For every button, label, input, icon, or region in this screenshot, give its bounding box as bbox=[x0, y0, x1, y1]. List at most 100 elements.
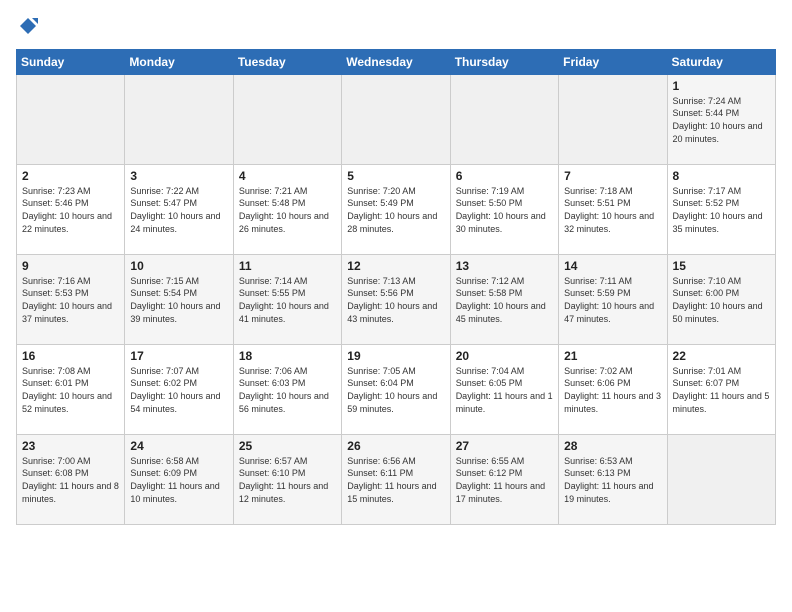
day-number: 25 bbox=[239, 439, 336, 453]
calendar-cell: 7 Sunrise: 7:18 AMSunset: 5:51 PMDaylight… bbox=[559, 164, 667, 254]
calendar-cell: 25 Sunrise: 6:57 AMSunset: 6:10 PMDayligh… bbox=[233, 434, 341, 524]
calendar-table: SundayMondayTuesdayWednesdayThursdayFrid… bbox=[16, 49, 776, 525]
day-info: Sunrise: 6:55 AMSunset: 6:12 PMDaylight:… bbox=[456, 455, 553, 505]
logo-icon bbox=[18, 16, 38, 36]
calendar-cell: 23 Sunrise: 7:00 AMSunset: 6:08 PMDayligh… bbox=[17, 434, 125, 524]
day-info: Sunrise: 7:23 AMSunset: 5:46 PMDaylight:… bbox=[22, 185, 119, 235]
calendar-week-5: 23 Sunrise: 7:00 AMSunset: 6:08 PMDayligh… bbox=[17, 434, 776, 524]
day-number: 14 bbox=[564, 259, 661, 273]
calendar-cell bbox=[233, 74, 341, 164]
weekday-header-wednesday: Wednesday bbox=[342, 49, 450, 74]
calendar-week-4: 16 Sunrise: 7:08 AMSunset: 6:01 PMDayligh… bbox=[17, 344, 776, 434]
calendar-cell bbox=[17, 74, 125, 164]
calendar-week-2: 2 Sunrise: 7:23 AMSunset: 5:46 PMDaylight… bbox=[17, 164, 776, 254]
weekday-header-monday: Monday bbox=[125, 49, 233, 74]
day-number: 21 bbox=[564, 349, 661, 363]
day-info: Sunrise: 6:53 AMSunset: 6:13 PMDaylight:… bbox=[564, 455, 661, 505]
day-number: 15 bbox=[673, 259, 770, 273]
day-number: 9 bbox=[22, 259, 119, 273]
day-info: Sunrise: 7:18 AMSunset: 5:51 PMDaylight:… bbox=[564, 185, 661, 235]
day-info: Sunrise: 7:13 AMSunset: 5:56 PMDaylight:… bbox=[347, 275, 444, 325]
day-number: 22 bbox=[673, 349, 770, 363]
calendar-cell: 26 Sunrise: 6:56 AMSunset: 6:11 PMDayligh… bbox=[342, 434, 450, 524]
calendar-week-3: 9 Sunrise: 7:16 AMSunset: 5:53 PMDaylight… bbox=[17, 254, 776, 344]
logo bbox=[16, 16, 38, 41]
weekday-header-tuesday: Tuesday bbox=[233, 49, 341, 74]
calendar-cell: 24 Sunrise: 6:58 AMSunset: 6:09 PMDayligh… bbox=[125, 434, 233, 524]
day-info: Sunrise: 7:00 AMSunset: 6:08 PMDaylight:… bbox=[22, 455, 119, 505]
day-number: 1 bbox=[673, 79, 770, 93]
calendar-cell: 27 Sunrise: 6:55 AMSunset: 6:12 PMDayligh… bbox=[450, 434, 558, 524]
day-info: Sunrise: 7:16 AMSunset: 5:53 PMDaylight:… bbox=[22, 275, 119, 325]
day-number: 5 bbox=[347, 169, 444, 183]
calendar-cell bbox=[559, 74, 667, 164]
calendar-cell: 5Sunrise: 7:20 AMSunset: 5:49 PMDaylight… bbox=[342, 164, 450, 254]
page-header bbox=[16, 16, 776, 41]
calendar-cell: 19 Sunrise: 7:05 AMSunset: 6:04 PMDayligh… bbox=[342, 344, 450, 434]
day-info: Sunrise: 7:11 AMSunset: 5:59 PMDaylight:… bbox=[564, 275, 661, 325]
calendar-cell: 8Sunrise: 7:17 AMSunset: 5:52 PMDaylight… bbox=[667, 164, 775, 254]
day-number: 23 bbox=[22, 439, 119, 453]
calendar-cell: 20Sunrise: 7:04 AMSunset: 6:05 PMDayligh… bbox=[450, 344, 558, 434]
day-info: Sunrise: 7:10 AMSunset: 6:00 PMDaylight:… bbox=[673, 275, 770, 325]
calendar-cell: 3 Sunrise: 7:22 AMSunset: 5:47 PMDaylight… bbox=[125, 164, 233, 254]
day-info: Sunrise: 7:06 AMSunset: 6:03 PMDaylight:… bbox=[239, 365, 336, 415]
day-info: Sunrise: 7:19 AMSunset: 5:50 PMDaylight:… bbox=[456, 185, 553, 235]
day-number: 16 bbox=[22, 349, 119, 363]
calendar-cell: 11 Sunrise: 7:14 AMSunset: 5:55 PMDayligh… bbox=[233, 254, 341, 344]
day-number: 17 bbox=[130, 349, 227, 363]
calendar-cell: 17 Sunrise: 7:07 AMSunset: 6:02 PMDayligh… bbox=[125, 344, 233, 434]
calendar-cell bbox=[450, 74, 558, 164]
day-number: 13 bbox=[456, 259, 553, 273]
day-number: 20 bbox=[456, 349, 553, 363]
day-info: Sunrise: 6:56 AMSunset: 6:11 PMDaylight:… bbox=[347, 455, 444, 505]
day-info: Sunrise: 7:14 AMSunset: 5:55 PMDaylight:… bbox=[239, 275, 336, 325]
day-number: 28 bbox=[564, 439, 661, 453]
day-number: 24 bbox=[130, 439, 227, 453]
day-info: Sunrise: 6:58 AMSunset: 6:09 PMDaylight:… bbox=[130, 455, 227, 505]
day-number: 3 bbox=[130, 169, 227, 183]
day-info: Sunrise: 6:57 AMSunset: 6:10 PMDaylight:… bbox=[239, 455, 336, 505]
calendar-cell: 2 Sunrise: 7:23 AMSunset: 5:46 PMDaylight… bbox=[17, 164, 125, 254]
day-number: 18 bbox=[239, 349, 336, 363]
day-info: Sunrise: 7:05 AMSunset: 6:04 PMDaylight:… bbox=[347, 365, 444, 415]
calendar-cell: 4 Sunrise: 7:21 AMSunset: 5:48 PMDaylight… bbox=[233, 164, 341, 254]
calendar-cell: 12 Sunrise: 7:13 AMSunset: 5:56 PMDayligh… bbox=[342, 254, 450, 344]
weekday-header-sunday: Sunday bbox=[17, 49, 125, 74]
day-number: 4 bbox=[239, 169, 336, 183]
calendar-cell bbox=[667, 434, 775, 524]
day-number: 27 bbox=[456, 439, 553, 453]
calendar-week-1: 1Sunrise: 7:24 AMSunset: 5:44 PMDaylight… bbox=[17, 74, 776, 164]
calendar-cell: 28 Sunrise: 6:53 AMSunset: 6:13 PMDayligh… bbox=[559, 434, 667, 524]
calendar-cell: 1Sunrise: 7:24 AMSunset: 5:44 PMDaylight… bbox=[667, 74, 775, 164]
day-info: Sunrise: 7:22 AMSunset: 5:47 PMDaylight:… bbox=[130, 185, 227, 235]
day-number: 11 bbox=[239, 259, 336, 273]
calendar-cell bbox=[342, 74, 450, 164]
day-number: 2 bbox=[22, 169, 119, 183]
calendar-cell bbox=[125, 74, 233, 164]
day-number: 8 bbox=[673, 169, 770, 183]
day-number: 19 bbox=[347, 349, 444, 363]
day-number: 26 bbox=[347, 439, 444, 453]
day-number: 6 bbox=[456, 169, 553, 183]
weekday-header-friday: Friday bbox=[559, 49, 667, 74]
calendar-cell: 14 Sunrise: 7:11 AMSunset: 5:59 PMDayligh… bbox=[559, 254, 667, 344]
calendar-cell: 16 Sunrise: 7:08 AMSunset: 6:01 PMDayligh… bbox=[17, 344, 125, 434]
calendar-header-row: SundayMondayTuesdayWednesdayThursdayFrid… bbox=[17, 49, 776, 74]
calendar-cell: 18 Sunrise: 7:06 AMSunset: 6:03 PMDayligh… bbox=[233, 344, 341, 434]
calendar-cell: 13 Sunrise: 7:12 AMSunset: 5:58 PMDayligh… bbox=[450, 254, 558, 344]
day-number: 7 bbox=[564, 169, 661, 183]
calendar-cell: 21Sunrise: 7:02 AMSunset: 6:06 PMDayligh… bbox=[559, 344, 667, 434]
day-info: Sunrise: 7:15 AMSunset: 5:54 PMDaylight:… bbox=[130, 275, 227, 325]
calendar-cell: 9 Sunrise: 7:16 AMSunset: 5:53 PMDaylight… bbox=[17, 254, 125, 344]
calendar-cell: 6 Sunrise: 7:19 AMSunset: 5:50 PMDaylight… bbox=[450, 164, 558, 254]
day-info: Sunrise: 7:07 AMSunset: 6:02 PMDaylight:… bbox=[130, 365, 227, 415]
day-info: Sunrise: 7:08 AMSunset: 6:01 PMDaylight:… bbox=[22, 365, 119, 415]
weekday-header-thursday: Thursday bbox=[450, 49, 558, 74]
day-number: 10 bbox=[130, 259, 227, 273]
day-number: 12 bbox=[347, 259, 444, 273]
calendar-cell: 10 Sunrise: 7:15 AMSunset: 5:54 PMDayligh… bbox=[125, 254, 233, 344]
day-info: Sunrise: 7:21 AMSunset: 5:48 PMDaylight:… bbox=[239, 185, 336, 235]
day-info: Sunrise: 7:01 AMSunset: 6:07 PMDaylight:… bbox=[673, 365, 770, 415]
day-info: Sunrise: 7:12 AMSunset: 5:58 PMDaylight:… bbox=[456, 275, 553, 325]
